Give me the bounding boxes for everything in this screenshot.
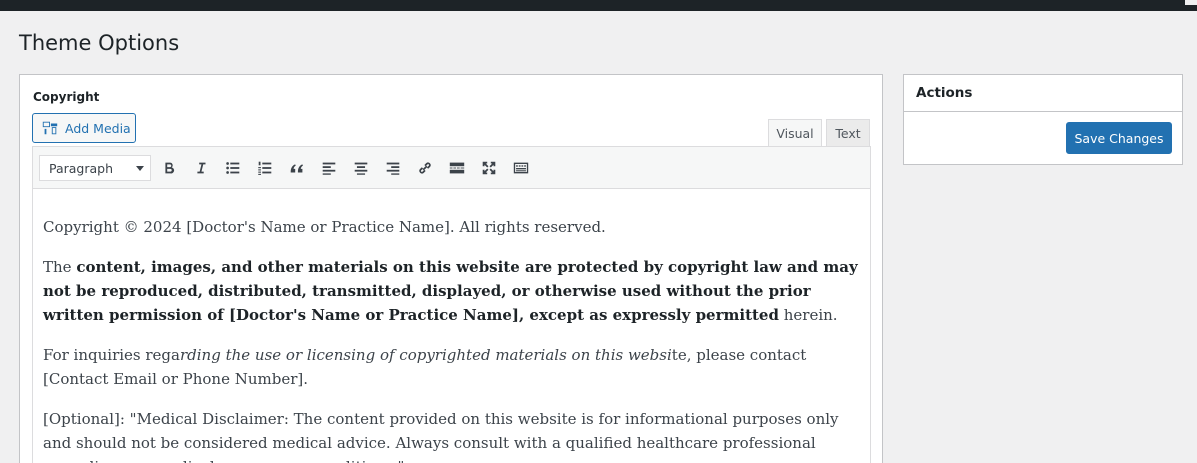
add-media-label: Add Media [65, 120, 131, 136]
toolbar-toggle-button[interactable] [507, 155, 535, 181]
rich-text-editor[interactable]: Paragraph Copyright © 2024 [Doctor's Nam… [32, 146, 871, 463]
editor-toolbar: Paragraph [33, 147, 870, 189]
content-paragraph-1: Copyright © 2024 [Doctor's Name or Pract… [43, 218, 606, 236]
format-select-value: Paragraph [49, 160, 114, 176]
link-button[interactable] [411, 155, 439, 181]
blockquote-icon [290, 164, 303, 173]
numbered-list-icon [258, 161, 272, 175]
align-center-icon [354, 162, 368, 175]
tab-text[interactable]: Text [826, 119, 870, 147]
editor-content[interactable]: Copyright © 2024 [Doctor's Name or Pract… [43, 189, 863, 463]
align-right-button[interactable] [379, 155, 407, 181]
save-changes-button[interactable]: Save Changes [1066, 122, 1172, 154]
media-icon [42, 121, 58, 135]
align-right-icon [386, 162, 400, 175]
actions-box: Actions Save Changes [903, 74, 1183, 165]
page-title: Theme Options [19, 31, 180, 55]
toolbar-toggle-icon [513, 162, 529, 174]
italic-text: rding the use or licensing of copyrighte… [179, 346, 672, 364]
chevron-down-icon [136, 166, 144, 171]
copyright-panel: Copyright Add Media Visual Text Paragrap… [19, 74, 883, 463]
content-paragraph-4: [Optional]: "Medical Disclaimer: The con… [43, 410, 839, 463]
content-paragraph-2: The content, images, and other materials… [43, 258, 858, 324]
bold-text: content, images, and other materials on … [43, 258, 858, 324]
content-paragraph-3: For inquiries regarding the use or licen… [43, 346, 807, 388]
actions-title: Actions [904, 75, 1182, 112]
tab-visual[interactable]: Visual [768, 119, 822, 147]
blockquote-button[interactable] [283, 155, 311, 181]
format-select[interactable]: Paragraph [39, 155, 151, 181]
align-center-button[interactable] [347, 155, 375, 181]
bold-icon [165, 162, 175, 174]
fullscreen-icon [482, 161, 496, 175]
add-media-button[interactable]: Add Media [32, 113, 136, 143]
read-more-button[interactable] [443, 155, 471, 181]
numbered-list-button[interactable] [251, 155, 279, 181]
bold-button[interactable] [155, 155, 183, 181]
admin-bar [0, 0, 1197, 11]
align-left-icon [322, 162, 336, 175]
italic-button[interactable] [187, 155, 215, 181]
bulleted-list-icon [226, 162, 240, 174]
align-left-button[interactable] [315, 155, 343, 181]
field-label: Copyright [33, 90, 100, 104]
admin-bar-corner [1185, 0, 1197, 5]
bulleted-list-button[interactable] [219, 155, 247, 181]
fullscreen-button[interactable] [475, 155, 503, 181]
italic-icon [197, 162, 206, 174]
read-more-icon [449, 162, 465, 174]
link-icon [419, 162, 431, 174]
